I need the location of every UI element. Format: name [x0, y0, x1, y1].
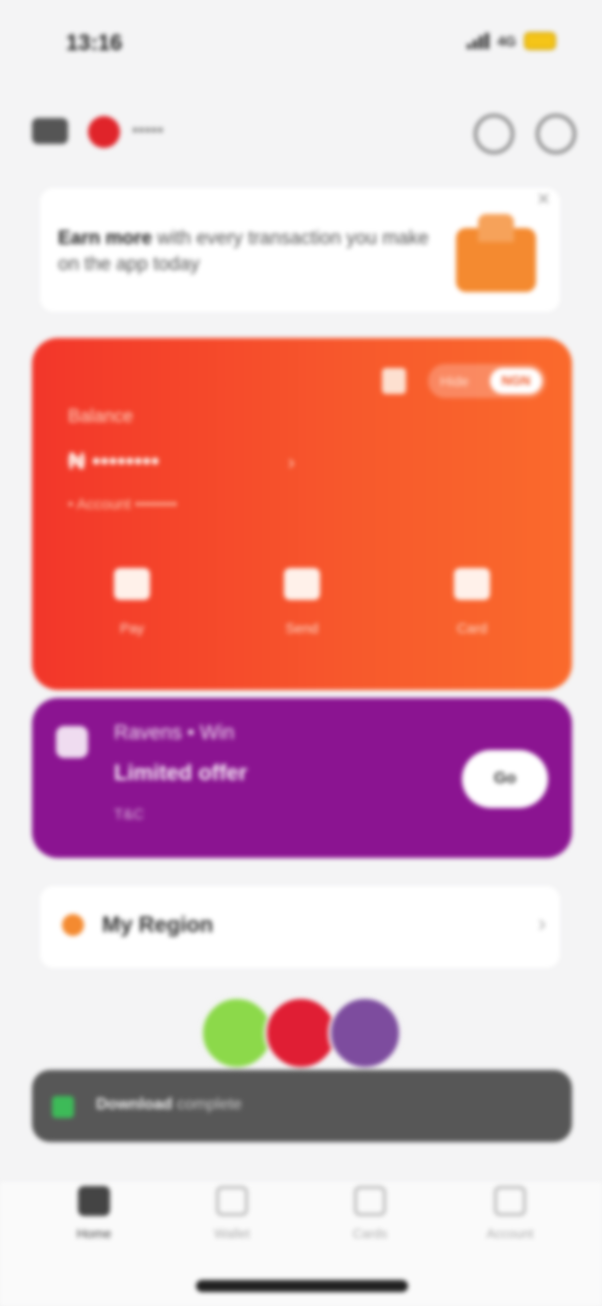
toggle-option-hide[interactable]: Hide — [440, 373, 469, 389]
tab-cards[interactable]: Cards — [320, 1186, 420, 1241]
tab-account[interactable]: Account — [460, 1186, 560, 1241]
toast-body: complete — [176, 1096, 242, 1113]
tab-label: Cards — [352, 1226, 388, 1241]
promo-banner[interactable]: × Earn more with every transaction you m… — [40, 186, 560, 312]
promo-icon — [56, 726, 88, 758]
status-time: 13:16 — [66, 30, 123, 55]
purple-circle-avatar[interactable] — [328, 996, 402, 1070]
balance-label: Balance — [68, 406, 134, 426]
region-title: My Region — [102, 912, 214, 937]
action-label: Card — [456, 620, 488, 636]
gift-box-icon — [456, 214, 536, 292]
tab-label: Home — [76, 1226, 112, 1241]
signal-icon — [467, 33, 490, 49]
purple-promo-card[interactable]: Ravens • Win Limited offer T&C Go — [32, 698, 572, 858]
promo-text-bold: Earn more — [58, 228, 152, 249]
home-indicator[interactable] — [196, 1280, 408, 1292]
battery-icon — [524, 32, 556, 50]
promo-text: Earn more with every transaction you mak… — [58, 226, 438, 278]
purple-promo-subtitle: Limited offer — [114, 760, 248, 785]
status-bar: 13:16 4G — [0, 0, 602, 90]
cards-icon — [354, 1186, 386, 1216]
tab-home[interactable]: Home — [44, 1186, 144, 1241]
tab-wallet[interactable]: Wallet — [182, 1186, 282, 1241]
avatar[interactable] — [32, 118, 68, 144]
action-pay[interactable]: Pay — [72, 568, 192, 636]
purple-promo-title: Ravens • Win — [114, 722, 235, 744]
tab-label: Account — [486, 1226, 534, 1241]
my-region-row[interactable]: My Region › — [40, 886, 560, 968]
close-icon[interactable]: × — [537, 186, 550, 212]
region-icon — [62, 914, 84, 936]
status-indicators: 4G — [467, 32, 556, 50]
wallet-icon — [216, 1186, 248, 1216]
action-send[interactable]: Send — [242, 568, 362, 636]
toggle-option-currency[interactable]: NGN — [490, 368, 542, 394]
red-circle-avatar[interactable] — [264, 996, 338, 1070]
tab-label: Wallet — [214, 1226, 250, 1241]
wallet-actions: Pay Send Card — [32, 568, 572, 658]
check-icon — [52, 1096, 74, 1118]
home-icon — [78, 1186, 110, 1216]
green-circle-avatar[interactable] — [200, 996, 274, 1070]
account-icon — [494, 1186, 526, 1216]
headset-icon[interactable] — [474, 114, 514, 154]
chevron-right-icon[interactable]: › — [288, 452, 295, 475]
eye-icon[interactable] — [382, 368, 406, 394]
chevron-right-icon: › — [538, 910, 546, 937]
toast-notification: Download complete — [32, 1070, 572, 1142]
wallet-card[interactable]: Hide NGN Balance ₦ •••••••• › • Account … — [32, 338, 572, 690]
app-header: ••••• — [0, 100, 602, 164]
account-name[interactable]: ••••• — [132, 120, 164, 141]
balance-value: ₦ •••••••• — [68, 448, 160, 475]
percent-icon — [114, 568, 150, 600]
transfer-icon — [284, 568, 320, 600]
currency-toggle[interactable]: Hide NGN — [428, 364, 546, 398]
gear-icon[interactable] — [536, 114, 576, 154]
action-label: Send — [285, 620, 319, 636]
flag-icon — [88, 116, 120, 148]
purple-promo-terms[interactable]: T&C — [114, 806, 144, 823]
action-label: Pay — [119, 620, 145, 636]
card-icon — [454, 568, 490, 600]
action-card[interactable]: Card — [412, 568, 532, 636]
toast-text: Download complete — [96, 1096, 242, 1114]
account-number: • Account •••••••• — [68, 496, 177, 513]
purple-promo-button[interactable]: Go — [462, 750, 548, 808]
toast-bold: Download — [96, 1096, 173, 1113]
network-label: 4G — [497, 33, 516, 49]
